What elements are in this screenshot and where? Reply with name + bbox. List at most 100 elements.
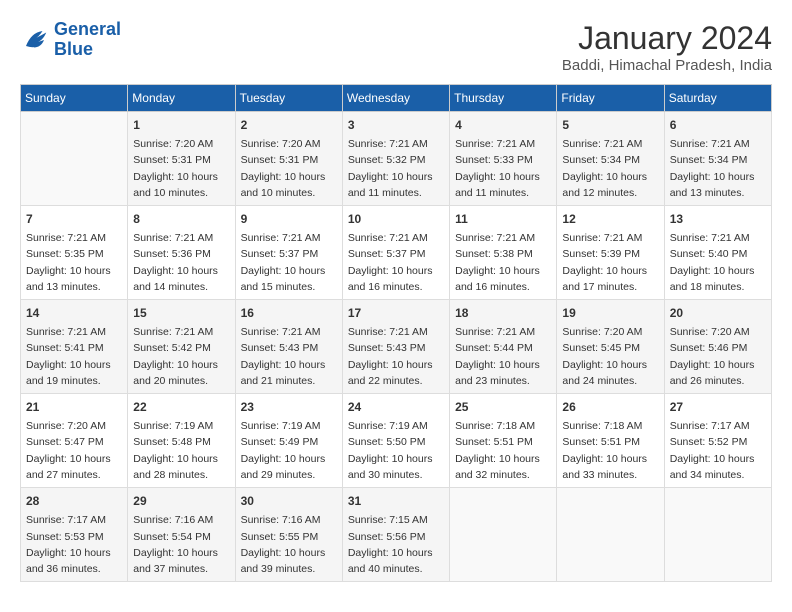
day-number: 4	[455, 116, 551, 134]
calendar-cell	[21, 112, 128, 206]
logo-icon	[20, 25, 50, 55]
logo-text: General Blue	[54, 20, 121, 60]
weekday-header-saturday: Saturday	[664, 85, 771, 112]
calendar-cell	[557, 488, 664, 582]
day-info: Sunrise: 7:21 AMSunset: 5:43 PMDaylight:…	[348, 324, 444, 389]
calendar-cell: 25Sunrise: 7:18 AMSunset: 5:51 PMDayligh…	[450, 394, 557, 488]
day-info: Sunrise: 7:21 AMSunset: 5:42 PMDaylight:…	[133, 324, 229, 389]
calendar-cell: 14 Sunrise: 7:21 AMSunset: 5:41 PMDayligh…	[21, 300, 128, 394]
day-number: 6	[670, 116, 766, 134]
calendar-cell: 13 Sunrise: 7:21 AMSunset: 5:40 PMDayligh…	[664, 206, 771, 300]
day-info: Sunrise: 7:17 AMSunset: 5:53 PMDaylight:…	[26, 512, 122, 577]
calendar-cell	[450, 488, 557, 582]
day-info: Sunrise: 7:21 AMSunset: 5:32 PMDaylight:…	[348, 136, 444, 201]
day-number: 10	[348, 210, 444, 228]
day-number: 25	[455, 398, 551, 416]
week-row-5: 28Sunrise: 7:17 AMSunset: 5:53 PMDayligh…	[21, 488, 772, 582]
calendar-cell: 21 Sunrise: 7:20 AMSunset: 5:47 PMDayligh…	[21, 394, 128, 488]
day-info: Sunrise: 7:19 AMSunset: 5:48 PMDaylight:…	[133, 418, 229, 483]
calendar-cell: 29Sunrise: 7:16 AMSunset: 5:54 PMDayligh…	[128, 488, 235, 582]
calendar-cell: 7 Sunrise: 7:21 AMSunset: 5:35 PMDaylight…	[21, 206, 128, 300]
day-number: 30	[241, 492, 337, 510]
day-info: Sunrise: 7:21 AMSunset: 5:33 PMDaylight:…	[455, 136, 551, 201]
day-info: Sunrise: 7:21 AMSunset: 5:43 PMDaylight:…	[241, 324, 337, 389]
day-number: 12	[562, 210, 658, 228]
calendar-cell: 17Sunrise: 7:21 AMSunset: 5:43 PMDayligh…	[342, 300, 449, 394]
day-info: Sunrise: 7:21 AMSunset: 5:44 PMDaylight:…	[455, 324, 551, 389]
calendar-cell: 3 Sunrise: 7:21 AMSunset: 5:32 PMDaylight…	[342, 112, 449, 206]
day-info: Sunrise: 7:21 AMSunset: 5:37 PMDaylight:…	[241, 230, 337, 295]
calendar-cell: 20 Sunrise: 7:20 AMSunset: 5:46 PMDayligh…	[664, 300, 771, 394]
day-info: Sunrise: 7:20 AMSunset: 5:31 PMDaylight:…	[133, 136, 229, 201]
day-info: Sunrise: 7:21 AMSunset: 5:35 PMDaylight:…	[26, 230, 122, 295]
day-number: 16	[241, 304, 337, 322]
day-info: Sunrise: 7:21 AMSunset: 5:34 PMDaylight:…	[670, 136, 766, 201]
week-row-1: 1Sunrise: 7:20 AMSunset: 5:31 PMDaylight…	[21, 112, 772, 206]
day-info: Sunrise: 7:21 AMSunset: 5:40 PMDaylight:…	[670, 230, 766, 295]
weekday-header-tuesday: Tuesday	[235, 85, 342, 112]
calendar-cell: 27 Sunrise: 7:17 AMSunset: 5:52 PMDayligh…	[664, 394, 771, 488]
day-number: 14	[26, 304, 122, 322]
calendar-cell: 1Sunrise: 7:20 AMSunset: 5:31 PMDaylight…	[128, 112, 235, 206]
calendar-cell: 30 Sunrise: 7:16 AMSunset: 5:55 PMDayligh…	[235, 488, 342, 582]
day-number: 26	[562, 398, 658, 416]
calendar-cell: 12 Sunrise: 7:21 AMSunset: 5:39 PMDayligh…	[557, 206, 664, 300]
calendar-cell: 11Sunrise: 7:21 AMSunset: 5:38 PMDayligh…	[450, 206, 557, 300]
day-number: 2	[241, 116, 337, 134]
day-info: Sunrise: 7:15 AMSunset: 5:56 PMDaylight:…	[348, 512, 444, 577]
day-number: 24	[348, 398, 444, 416]
day-number: 31	[348, 492, 444, 510]
day-info: Sunrise: 7:20 AMSunset: 5:46 PMDaylight:…	[670, 324, 766, 389]
day-number: 3	[348, 116, 444, 134]
calendar-cell	[664, 488, 771, 582]
day-number: 5	[562, 116, 658, 134]
day-info: Sunrise: 7:18 AMSunset: 5:51 PMDaylight:…	[562, 418, 658, 483]
calendar-cell: 22 Sunrise: 7:19 AMSunset: 5:48 PMDayligh…	[128, 394, 235, 488]
calendar-cell: 23 Sunrise: 7:19 AMSunset: 5:49 PMDayligh…	[235, 394, 342, 488]
calendar-cell: 18 Sunrise: 7:21 AMSunset: 5:44 PMDayligh…	[450, 300, 557, 394]
day-info: Sunrise: 7:16 AMSunset: 5:54 PMDaylight:…	[133, 512, 229, 577]
calendar-cell: 19 Sunrise: 7:20 AMSunset: 5:45 PMDayligh…	[557, 300, 664, 394]
day-info: Sunrise: 7:20 AMSunset: 5:45 PMDaylight:…	[562, 324, 658, 389]
calendar-cell: 28Sunrise: 7:17 AMSunset: 5:53 PMDayligh…	[21, 488, 128, 582]
location: Baddi, Himachal Pradesh, India	[562, 57, 772, 74]
title-block: January 2024 Baddi, Himachal Pradesh, In…	[562, 20, 772, 74]
day-number: 21	[26, 398, 122, 416]
calendar-cell: 6 Sunrise: 7:21 AMSunset: 5:34 PMDaylight…	[664, 112, 771, 206]
calendar-cell: 31 Sunrise: 7:15 AMSunset: 5:56 PMDayligh…	[342, 488, 449, 582]
calendar-cell: 2 Sunrise: 7:20 AMSunset: 5:31 PMDaylight…	[235, 112, 342, 206]
month-title: January 2024	[562, 20, 772, 57]
day-number: 9	[241, 210, 337, 228]
day-number: 22	[133, 398, 229, 416]
day-number: 20	[670, 304, 766, 322]
calendar-cell: 16 Sunrise: 7:21 AMSunset: 5:43 PMDayligh…	[235, 300, 342, 394]
calendar-cell: 26 Sunrise: 7:18 AMSunset: 5:51 PMDayligh…	[557, 394, 664, 488]
weekday-header-thursday: Thursday	[450, 85, 557, 112]
day-info: Sunrise: 7:21 AMSunset: 5:37 PMDaylight:…	[348, 230, 444, 295]
day-number: 19	[562, 304, 658, 322]
day-info: Sunrise: 7:16 AMSunset: 5:55 PMDaylight:…	[241, 512, 337, 577]
day-number: 15	[133, 304, 229, 322]
weekday-header-row: SundayMondayTuesdayWednesdayThursdayFrid…	[21, 85, 772, 112]
day-info: Sunrise: 7:19 AMSunset: 5:49 PMDaylight:…	[241, 418, 337, 483]
day-number: 23	[241, 398, 337, 416]
weekday-header-wednesday: Wednesday	[342, 85, 449, 112]
day-info: Sunrise: 7:20 AMSunset: 5:31 PMDaylight:…	[241, 136, 337, 201]
logo: General Blue	[20, 20, 121, 60]
week-row-4: 21 Sunrise: 7:20 AMSunset: 5:47 PMDayligh…	[21, 394, 772, 488]
day-number: 7	[26, 210, 122, 228]
day-number: 18	[455, 304, 551, 322]
day-number: 13	[670, 210, 766, 228]
page-header: General Blue January 2024 Baddi, Himacha…	[20, 20, 772, 74]
week-row-2: 7 Sunrise: 7:21 AMSunset: 5:35 PMDaylight…	[21, 206, 772, 300]
day-info: Sunrise: 7:17 AMSunset: 5:52 PMDaylight:…	[670, 418, 766, 483]
day-info: Sunrise: 7:21 AMSunset: 5:41 PMDaylight:…	[26, 324, 122, 389]
weekday-header-friday: Friday	[557, 85, 664, 112]
day-number: 11	[455, 210, 551, 228]
day-info: Sunrise: 7:21 AMSunset: 5:39 PMDaylight:…	[562, 230, 658, 295]
calendar-cell: 5Sunrise: 7:21 AMSunset: 5:34 PMDaylight…	[557, 112, 664, 206]
calendar-cell: 4 Sunrise: 7:21 AMSunset: 5:33 PMDaylight…	[450, 112, 557, 206]
calendar-cell: 10 Sunrise: 7:21 AMSunset: 5:37 PMDayligh…	[342, 206, 449, 300]
day-number: 27	[670, 398, 766, 416]
day-info: Sunrise: 7:20 AMSunset: 5:47 PMDaylight:…	[26, 418, 122, 483]
